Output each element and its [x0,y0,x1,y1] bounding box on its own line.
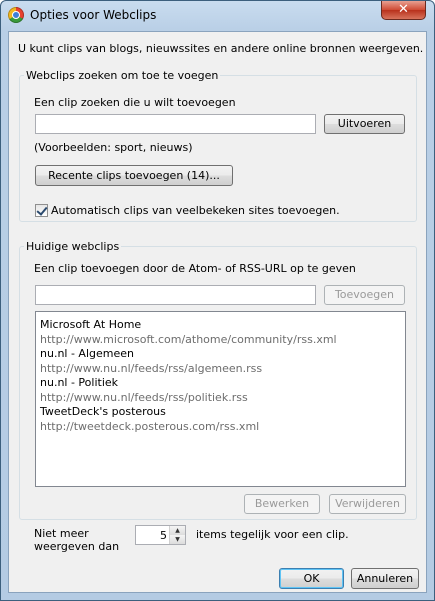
search-input[interactable] [35,114,316,134]
items-count-stepper[interactable]: 5 ▲ ▼ [135,525,186,545]
items-count-value: 5 [160,529,167,542]
feed-name: nu.nl - Algemeen [40,347,134,360]
feed-url: http://www.microsoft.com/athome/communit… [40,333,337,346]
close-icon: ✕ [398,2,409,17]
feed-url: http://www.nu.nl/feeds/rss/algemeen.rss [40,362,263,375]
edit-button[interactable]: Bewerken [244,494,320,514]
limit-suffix: items tegelijk voor een clip. [196,528,349,541]
search-label: Een clip zoeken die u wilt toevoegen [34,96,236,109]
intro-text: U kunt clips van blogs, nieuwssites en a… [18,42,424,55]
feeds-list[interactable]: Microsoft At Home http://www.microsoft.c… [35,311,406,487]
feed-url-input[interactable] [35,285,316,305]
auto-add-label[interactable]: Automatisch clips van veelbekeken sites … [51,204,340,217]
feed-name: TweetDeck's posterous [40,405,166,418]
current-clips-legend: Huidige webclips [26,240,120,253]
examples-hint: (Voorbeelden: sport, nieuws) [34,141,193,154]
chevron-down-icon[interactable]: ▼ [170,535,185,544]
cancel-button[interactable]: Annuleren [351,568,419,589]
feed-name: Microsoft At Home [40,318,142,331]
ok-button[interactable]: OK [279,568,344,589]
feed-name: nu.nl - Politiek [40,376,119,389]
title-bar[interactable]: Opties voor Webclips ✕ [1,1,434,31]
limit-label-line1: Niet meer [34,527,89,540]
close-button[interactable]: ✕ [381,1,426,20]
search-group-legend: Webclips zoeken om toe te voegen [26,69,219,82]
list-item[interactable]: nu.nl - Algemeen http://www.nu.nl/feeds/… [40,347,262,375]
add-feed-button[interactable]: Toevoegen [324,285,405,305]
feed-url: http://tweetdeck.posterous.com/rss.xml [40,420,260,433]
auto-add-checkbox[interactable] [35,204,48,217]
add-recent-clips-button[interactable]: Recente clips toevoegen (14)... [35,165,233,186]
add-url-label: Een clip toevoegen door de Atom- of RSS-… [34,262,356,275]
feed-url: http://www.nu.nl/feeds/rss/politiek.rss [40,391,248,404]
remove-button[interactable]: Verwijderen [329,494,406,514]
list-item[interactable]: Microsoft At Home http://www.microsoft.c… [40,318,337,346]
run-search-button[interactable]: Uitvoeren [324,114,405,134]
dialog-content: U kunt clips van blogs, nieuwssites en a… [8,31,427,593]
app-logo-icon [8,7,24,23]
list-item[interactable]: nu.nl - Politiek http://www.nu.nl/feeds/… [40,376,248,404]
limit-label-line2: weergeven dan [34,540,120,553]
window-title: Opties voor Webclips [30,8,157,22]
list-item[interactable]: TweetDeck's posterous http://tweetdeck.p… [40,405,259,433]
dialog-window: Opties voor Webclips ✕ U kunt clips van … [0,0,435,601]
